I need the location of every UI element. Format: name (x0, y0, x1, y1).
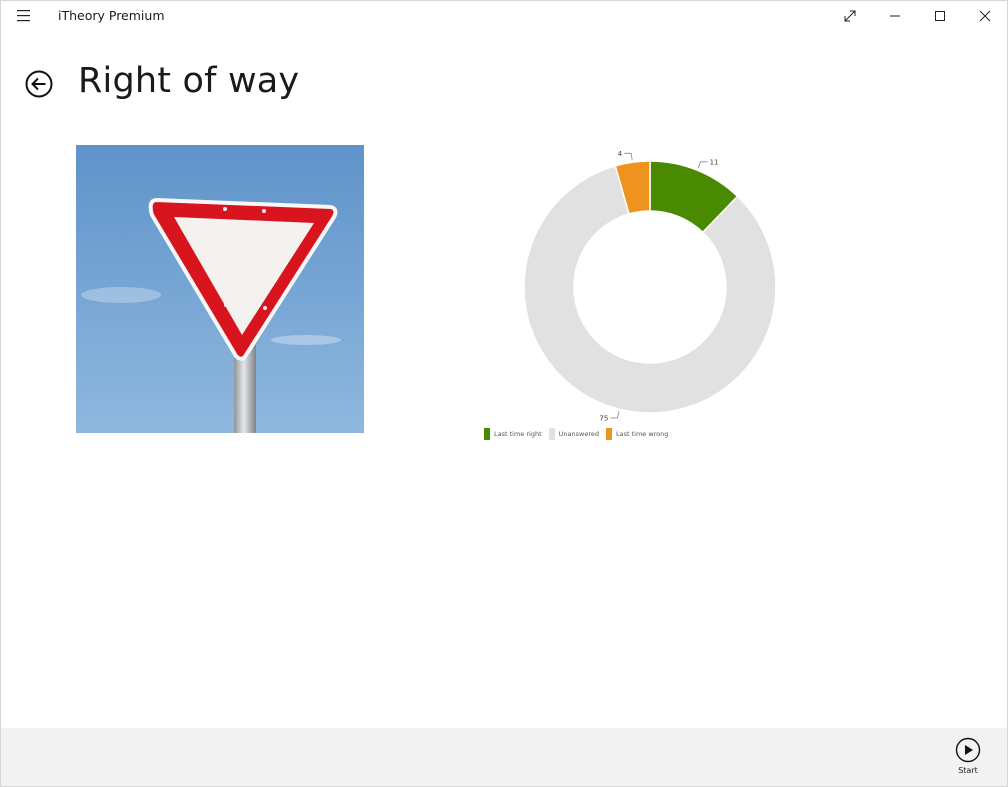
data-label: 75 (599, 414, 608, 422)
page-title: Right of way (78, 61, 300, 101)
hamburger-menu-button[interactable] (14, 6, 34, 26)
maximize-icon (935, 11, 945, 21)
bottom-app-bar: Start (1, 728, 1007, 786)
legend-swatch (605, 428, 612, 440)
close-button[interactable] (962, 0, 1008, 32)
chart-legend: Last time right Unanswered Last time wrong (484, 427, 675, 441)
back-button[interactable] (24, 69, 54, 99)
title-bar: iTheory Premium (0, 0, 1008, 32)
legend-label: Unanswered (558, 430, 599, 438)
legend-swatch (484, 428, 490, 440)
progress-donut-chart: 11 75 4 Last time right Unanswered Last time… (470, 145, 810, 455)
legend-swatch (548, 428, 555, 440)
legend-label: Last time right (494, 430, 542, 438)
minimize-button[interactable] (872, 0, 918, 32)
yield-sign-image (76, 145, 364, 433)
donut-chart-svg: 11 75 4 (523, 150, 777, 422)
start-button[interactable]: Start (945, 736, 991, 784)
legend-item: Unanswered (548, 428, 599, 440)
data-label: 11 (710, 158, 719, 166)
close-icon (979, 10, 991, 22)
legend-item: Last time wrong (605, 428, 669, 440)
maximize-button[interactable] (917, 0, 963, 32)
play-icon (955, 737, 981, 763)
back-arrow-icon (25, 70, 53, 98)
leader-line (624, 152, 633, 161)
expand-icon (844, 10, 856, 22)
leader-line (610, 411, 620, 419)
legend-item: Last time right (484, 428, 542, 440)
expand-button[interactable] (827, 0, 873, 32)
leader-line (697, 161, 708, 169)
minimize-icon (890, 15, 900, 17)
app-title: iTheory Premium (58, 8, 165, 23)
data-label: 4 (618, 150, 623, 158)
start-label: Start (958, 766, 978, 775)
hamburger-icon (17, 10, 30, 22)
legend-label: Last time wrong (615, 430, 669, 438)
